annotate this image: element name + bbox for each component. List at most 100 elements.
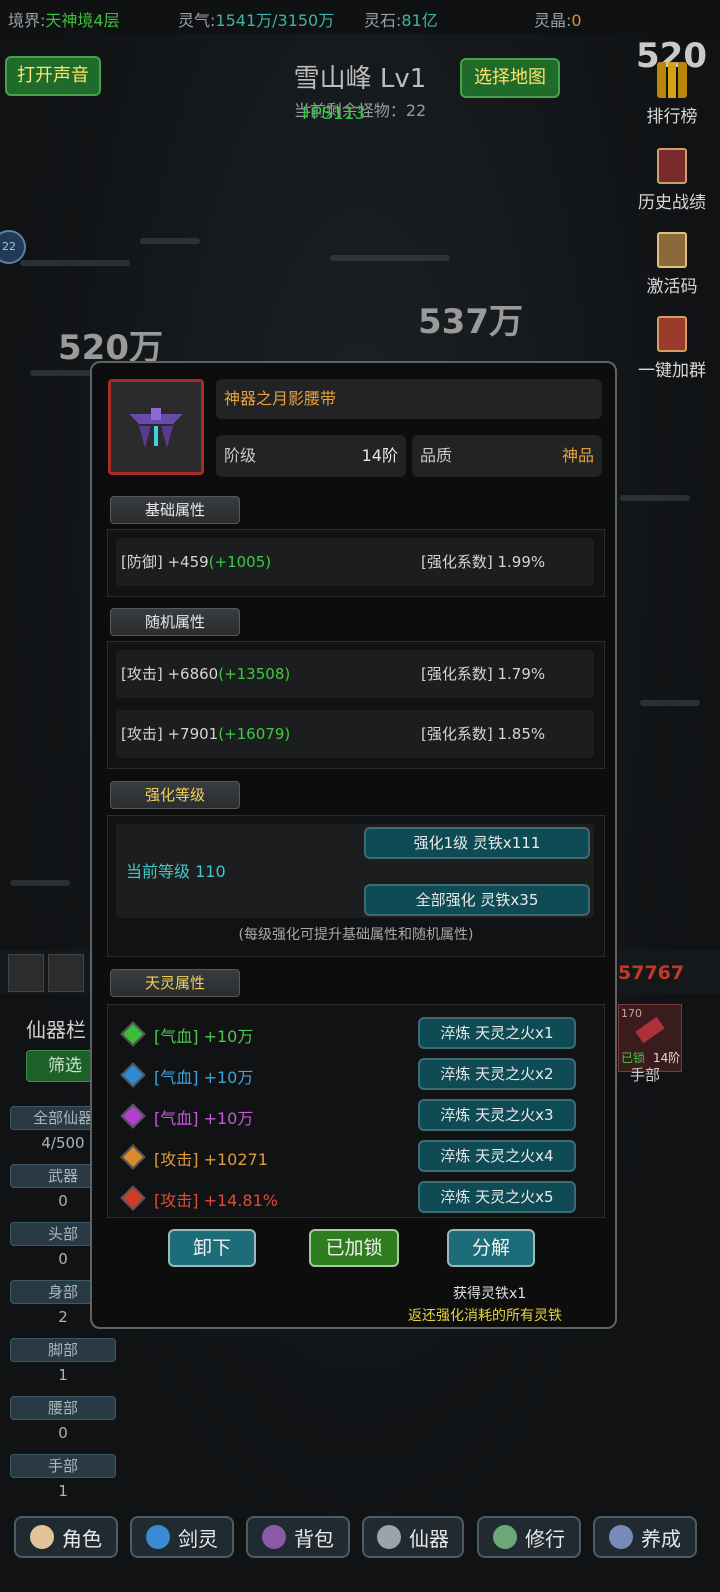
refine-button-4[interactable]: 淬炼 天灵之火x4 [418, 1140, 576, 1172]
category-waist[interactable]: 腰部 0 [10, 1396, 116, 1446]
mist-decoration [640, 700, 700, 706]
celestial-value: [气血] +10万 [154, 1068, 254, 1087]
category-count: 1 [58, 1366, 68, 1384]
category-tab: 腰部 [10, 1396, 116, 1420]
history-book-icon [657, 148, 687, 184]
unequip-button[interactable]: 卸下 [168, 1229, 256, 1267]
lightning-skill-icon[interactable] [8, 954, 44, 992]
nav-label: 修行 [525, 1526, 565, 1551]
grade-value: 14阶 [361, 446, 398, 465]
grade-field: 阶级 14阶 [216, 435, 406, 477]
damage-number: 537万 [418, 302, 523, 342]
enhance-box: 当前等级 110 强化1级 灵铁x111 全部强化 灵铁x35 (每级强化可提升… [107, 815, 605, 957]
nav-artifact[interactable]: 仙器 [362, 1516, 464, 1558]
base-attributes-box: [防御] +459(+1005) [强化系数] 1.99% [107, 529, 605, 597]
celestial-value: [攻击] +14.81% [154, 1191, 278, 1210]
decompose-gain: 获得灵铁x1 [453, 1286, 527, 1302]
nav-bag[interactable]: 背包 [246, 1516, 350, 1558]
sidebar-item-label: 激活码 [646, 277, 698, 297]
belt-icon [111, 382, 201, 472]
enhance-one-button[interactable]: 强化1级 灵铁x111 [364, 827, 590, 859]
attribute-value: [攻击] +7901 [121, 725, 219, 743]
panel-title: 仙器栏 [26, 1018, 86, 1042]
item-icon-frame [108, 379, 204, 475]
celestial-row: [气血] +10万 淬炼 天灵之火x3 [120, 1099, 594, 1133]
category-tab: 脚部 [10, 1338, 116, 1362]
category-count: 0 [58, 1424, 68, 1442]
item-name: 神器之月影腰带 [216, 379, 602, 419]
quality-label: 品质 [420, 446, 453, 465]
attribute-bonus: (+16079) [218, 725, 291, 743]
refine-button-5[interactable]: 淬炼 天灵之火x5 [418, 1181, 576, 1213]
artifact-icon [377, 1525, 401, 1549]
quality-field: 品质 神品 [412, 435, 602, 477]
nav-label: 仙器 [409, 1526, 449, 1551]
crystal-label: 灵晶: [534, 11, 572, 30]
enhance-coefficient: [强化系数] 1.99% [421, 553, 546, 571]
attribute-bonus: (+1005) [208, 553, 272, 571]
item-detail-dialog: 神器之月影腰带 阶级 14阶 品质 神品 基础属性 [防御] +459(+100… [90, 361, 617, 1329]
stone-label: 灵石: [364, 11, 402, 30]
enhance-note: (每级强化可提升基础属性和随机属性) [238, 927, 474, 943]
celestial-row: [气血] +10万 淬炼 天灵之火x2 [120, 1058, 594, 1092]
nav-sword-spirit[interactable]: 剑灵 [130, 1516, 234, 1558]
attribute-row: [防御] +459(+1005) [强化系数] 1.99% [116, 538, 594, 586]
section-celestial-attributes: 天灵属性 [110, 969, 240, 997]
celestial-attributes-box: [气血] +10万 淬炼 天灵之火x1 [气血] +10万 淬炼 天灵之火x2 … [107, 1004, 605, 1218]
select-map-button[interactable]: 选择地图 [460, 58, 560, 98]
sidebar-item-label: 排行榜 [646, 107, 698, 127]
fps-counter: FPS113 [302, 104, 366, 124]
enhance-row: 当前等级 110 强化1级 灵铁x111 全部强化 灵铁x35 [116, 824, 594, 918]
category-tab: 手部 [10, 1454, 116, 1478]
sidebar-item-label: 历史战绩 [638, 193, 706, 213]
code-book-icon [657, 232, 687, 268]
refine-button-2[interactable]: 淬炼 天灵之火x2 [418, 1058, 576, 1090]
decompose-button[interactable]: 分解 [447, 1229, 535, 1267]
grade-label: 阶级 [224, 446, 257, 465]
mist-decoration [330, 255, 450, 261]
enhance-coefficient: [强化系数] 1.85% [421, 725, 546, 743]
celestial-row: [气血] +10万 淬炼 天灵之火x1 [120, 1017, 594, 1051]
whirlwind-skill-icon[interactable] [48, 954, 84, 992]
nurture-icon [609, 1525, 633, 1549]
qi-value: 1541万/3150万 [215, 11, 335, 30]
nav-nurture[interactable]: 养成 [593, 1516, 697, 1558]
nav-label: 养成 [641, 1526, 681, 1551]
nav-cultivation[interactable]: 修行 [477, 1516, 581, 1558]
attribute-bonus: (+13508) [218, 665, 291, 683]
celestial-value: [攻击] +10271 [154, 1150, 268, 1169]
cultivation-icon [493, 1525, 517, 1549]
mist-decoration [10, 880, 70, 886]
sidebar-item-join-group[interactable]: 一键加群 [630, 316, 714, 381]
nav-label: 剑灵 [178, 1526, 218, 1551]
group-join-icon [657, 316, 687, 352]
mist-decoration [140, 238, 200, 244]
nav-label: 角色 [62, 1526, 102, 1551]
attribute-row: [攻击] +7901(+16079) [强化系数] 1.85% [116, 710, 594, 758]
sidebar-item-activation-code[interactable]: 激活码 [630, 232, 714, 297]
refine-button-3[interactable]: 淬炼 天灵之火x3 [418, 1099, 576, 1131]
map-title: 雪山峰 Lv1 [293, 64, 427, 94]
equipped-hand-item[interactable]: 170 已锁 14阶 [618, 1004, 682, 1072]
purple-gem-icon [120, 1103, 146, 1129]
section-base-attributes: 基础属性 [110, 496, 240, 524]
red-gem-icon [120, 1185, 146, 1211]
sidebar-item-history[interactable]: 历史战绩 [630, 148, 714, 213]
character-icon [30, 1525, 54, 1549]
category-hand[interactable]: 手部 1 [10, 1454, 116, 1504]
random-attributes-box: [攻击] +6860(+13508) [强化系数] 1.79% [攻击] +79… [107, 641, 605, 769]
category-count: 1 [58, 1482, 68, 1500]
sidebar-item-ranking[interactable]: 排行榜 [630, 62, 714, 127]
lock-button[interactable]: 已加锁 [309, 1229, 399, 1267]
attribute-value: [防御] +459 [121, 553, 209, 571]
refine-button-1[interactable]: 淬炼 天灵之火x1 [418, 1017, 576, 1049]
bag-icon [262, 1525, 286, 1549]
celestial-row: [攻击] +14.81% 淬炼 天灵之火x5 [120, 1181, 594, 1215]
orange-gem-icon [120, 1144, 146, 1170]
nav-character[interactable]: 角色 [14, 1516, 118, 1558]
category-feet[interactable]: 脚部 1 [10, 1338, 116, 1388]
enhance-all-button[interactable]: 全部强化 灵铁x35 [364, 884, 590, 916]
celestial-value: [气血] +10万 [154, 1027, 254, 1046]
ranking-icon [657, 62, 687, 98]
realm-value: 天神境4层 [45, 11, 120, 30]
